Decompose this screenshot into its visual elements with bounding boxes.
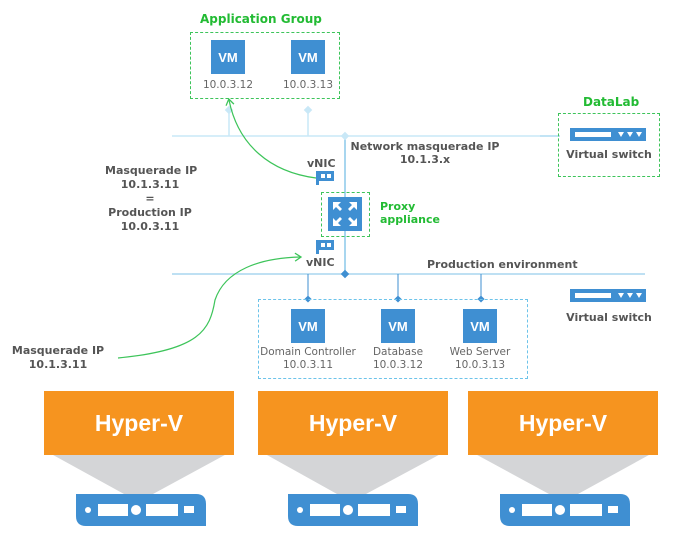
masq-line-4: Production IP — [108, 206, 192, 219]
vnic-bottom-icon — [316, 240, 334, 254]
app-vm-1-ip: 10.0.3.12 — [202, 79, 254, 91]
prod-vm-web-server[interactable]: VM — [463, 309, 497, 343]
prod-node — [340, 269, 350, 279]
datalab-virtual-switch-icon — [570, 128, 646, 141]
app-drop-node-2 — [303, 105, 313, 115]
proxy-appliance-icon[interactable] — [328, 197, 362, 231]
proxy-line-1: Proxy — [380, 200, 416, 213]
datalab-box — [558, 113, 660, 177]
prod-vm-1-ip: 10.0.3.11 — [282, 359, 334, 371]
network-masquerade-label: Network masquerade IP 10.1.3.x — [350, 140, 500, 166]
vnic-top-label: vNIC — [307, 157, 336, 170]
hyperv-host-3[interactable]: Hyper-V — [468, 391, 658, 455]
production-switch-label: Virtual switch — [566, 311, 652, 324]
prod-vm-3-name: Web Server — [449, 346, 511, 358]
masquerade-equals-label: Masquerade IP 10.1.3.11 = Production IP … — [105, 164, 198, 234]
masquerade-left-label: Masquerade IP 10.1.3.11 — [8, 344, 108, 372]
proxy-label: Proxy appliance — [380, 200, 440, 226]
prod-vm-3-ip: 10.0.3.13 — [454, 359, 506, 371]
host-funnel-1 — [44, 450, 234, 494]
datalab-switch-label: Virtual switch — [566, 148, 652, 161]
host-funnel-2 — [258, 450, 448, 494]
vnic-bottom-label: vNIC — [306, 256, 335, 269]
vnic-top-icon — [316, 171, 334, 185]
prod-vm-1-caption: Domain Controller 10.0.3.11 — [253, 346, 363, 372]
diagram-lines — [44, 97, 658, 494]
masq-left-line-1: Masquerade IP — [11, 344, 105, 357]
masq-line-1: Masquerade IP — [105, 164, 198, 177]
server-icon-3 — [500, 494, 630, 526]
production-virtual-switch-icon — [570, 289, 646, 302]
masq-left-line-2: 10.1.3.11 — [28, 358, 88, 371]
server-icon-1 — [76, 494, 206, 526]
prod-vm-database[interactable]: VM — [381, 309, 415, 343]
masq-line-5: 10.0.3.11 — [120, 220, 180, 233]
app-vm-2[interactable]: VM — [291, 40, 325, 74]
app-vm-2-ip: 10.0.3.13 — [282, 79, 334, 91]
application-group-title: Application Group — [200, 12, 322, 26]
app-vm-1[interactable]: VM — [211, 40, 245, 74]
server-icon-2 — [288, 494, 418, 526]
masq-node — [340, 131, 350, 141]
hyperv-host-2[interactable]: Hyper-V — [258, 391, 448, 455]
proxy-line-2: appliance — [380, 213, 440, 226]
prod-vm-3-caption: Web Server 10.0.3.13 — [430, 346, 530, 372]
prod-vm-domain-controller[interactable]: VM — [291, 309, 325, 343]
host-funnel-3 — [468, 450, 658, 494]
masq-line-3: = — [145, 192, 155, 205]
masq-line-2: 10.1.3.11 — [120, 178, 180, 191]
masquerade-to-app-arrow — [225, 97, 317, 179]
network-masquerade-range: 10.1.3.x — [399, 153, 451, 166]
hyperv-host-1[interactable]: Hyper-V — [44, 391, 234, 455]
production-environment-label: Production environment — [427, 258, 578, 271]
datalab-title: DataLab — [583, 95, 640, 109]
prod-vm-1-name: Domain Controller — [260, 346, 356, 358]
network-masquerade-title: Network masquerade IP — [350, 140, 500, 153]
